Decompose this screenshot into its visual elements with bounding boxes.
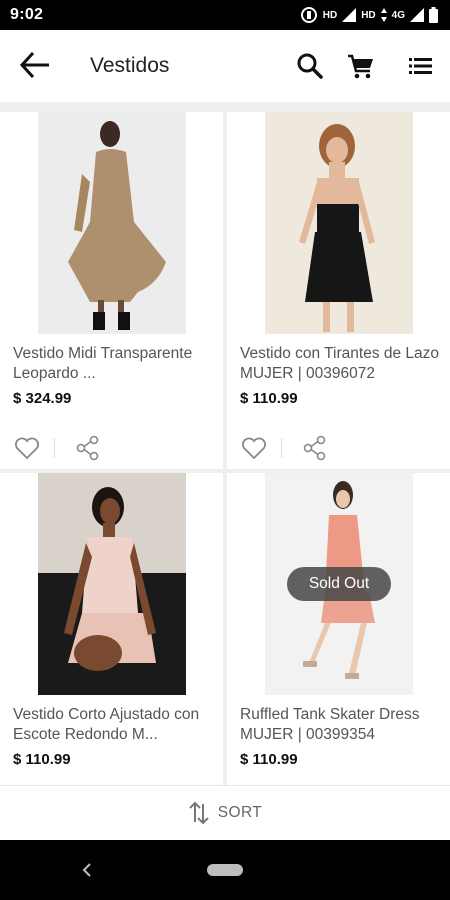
- sort-button[interactable]: SORT: [0, 785, 450, 840]
- product-name[interactable]: Vestido con Tirantes de Lazo MUJER | 003…: [240, 344, 442, 384]
- nav-back-icon[interactable]: [80, 860, 94, 880]
- cart-icon[interactable]: [347, 52, 375, 80]
- system-nav-bar: [0, 840, 450, 900]
- battery-icon: [429, 7, 438, 23]
- back-arrow-icon[interactable]: [18, 50, 52, 80]
- product-price: $ 110.99: [240, 751, 298, 768]
- product-image[interactable]: [38, 473, 186, 695]
- heart-icon[interactable]: [14, 436, 40, 460]
- product-price: $ 110.99: [240, 390, 298, 407]
- sort-arrows-icon: [189, 801, 209, 825]
- share-icon[interactable]: [75, 435, 101, 461]
- card-actions: [227, 430, 450, 466]
- app-bar: Vestidos: [0, 30, 450, 102]
- network-type-3: 4G: [391, 9, 405, 21]
- product-name[interactable]: Vestido Midi Transparente Leopardo ...: [13, 344, 215, 384]
- signal-icon-2: [410, 8, 424, 22]
- product-card[interactable]: Vestido con Tirantes de Lazo MUJER | 003…: [227, 112, 450, 469]
- product-card[interactable]: Vestido Corto Ajustado con Escote Redond…: [0, 473, 223, 785]
- product-name[interactable]: Vestido Corto Ajustado con Escote Redond…: [13, 705, 215, 745]
- search-icon[interactable]: [296, 52, 324, 80]
- data-arrows-icon: [380, 8, 387, 22]
- product-card[interactable]: Vestido Midi Transparente Leopardo ... $…: [0, 112, 223, 469]
- card-actions: [0, 430, 223, 466]
- product-grid: Vestido Midi Transparente Leopardo ... $…: [0, 102, 450, 785]
- status-bar: 9:02 HD HD 4G: [0, 0, 450, 30]
- nav-home-pill[interactable]: [207, 864, 243, 876]
- sold-out-badge: Sold Out: [287, 567, 391, 601]
- sort-label: SORT: [217, 804, 263, 821]
- product-image[interactable]: Sold Out: [265, 473, 413, 695]
- signal-icon: [342, 8, 357, 22]
- product-name[interactable]: Ruffled Tank Skater Dress MUJER | 003993…: [240, 705, 442, 745]
- heart-icon[interactable]: [241, 436, 267, 460]
- sync-icon: [300, 7, 317, 23]
- product-price: $ 324.99: [13, 390, 72, 407]
- product-image[interactable]: [38, 112, 186, 334]
- share-icon[interactable]: [302, 435, 328, 461]
- network-type-2: HD: [361, 9, 376, 21]
- page-title: Vestidos: [90, 54, 170, 77]
- product-card[interactable]: Sold Out Ruffled Tank Skater Dress MUJER…: [227, 473, 450, 785]
- product-image[interactable]: [265, 112, 413, 334]
- action-divider: [54, 438, 55, 458]
- action-divider: [281, 438, 282, 458]
- list-menu-icon[interactable]: [407, 52, 435, 80]
- status-time: 9:02: [10, 6, 44, 23]
- network-type-1: HD: [322, 9, 338, 21]
- status-icons: HD HD 4G: [300, 7, 438, 23]
- product-price: $ 110.99: [13, 751, 71, 768]
